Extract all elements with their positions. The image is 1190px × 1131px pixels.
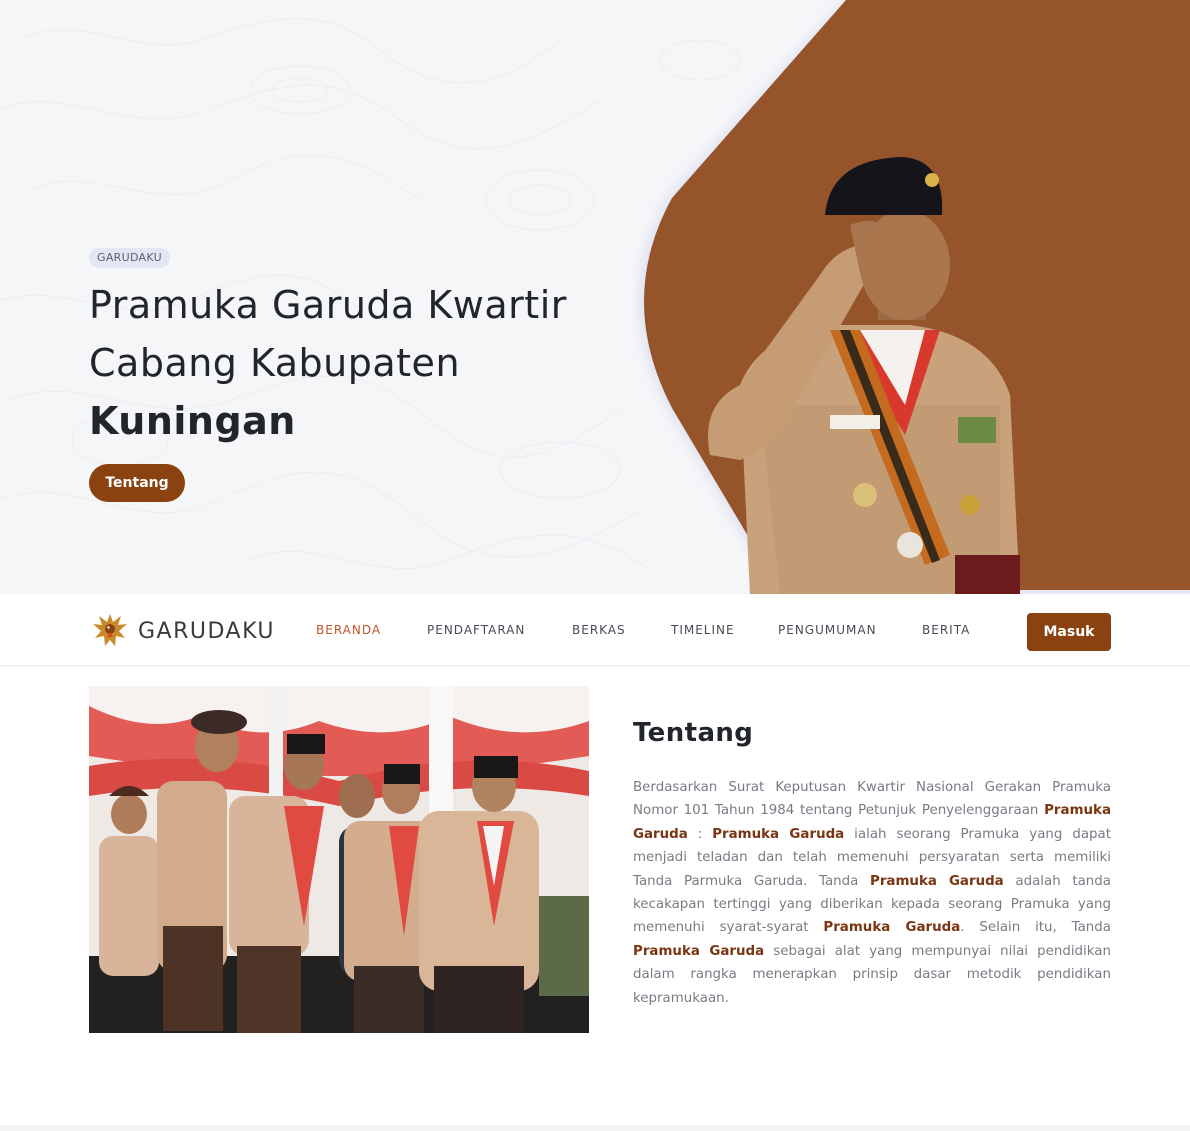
nav-item-beranda[interactable]: BERANDA	[316, 623, 381, 637]
about-title: Tentang	[633, 718, 754, 748]
hero-title: Pramuka Garuda Kwartir Cabang Kabupaten …	[89, 276, 609, 450]
highlight-text: Pramuka Garuda	[823, 920, 961, 936]
nav-item-pengumuman[interactable]: PENGUMUMAN	[778, 623, 877, 637]
group-photo-image	[89, 686, 589, 1033]
hero-title-line: Kuningan	[89, 399, 296, 443]
nav-item-berita[interactable]: BERITA	[922, 623, 970, 637]
brand[interactable]: GARUDAKU	[89, 610, 275, 652]
about-photo	[89, 686, 589, 1033]
highlight-text: Pramuka Garuda	[633, 943, 765, 959]
highlight-text: Pramuka Garuda	[870, 873, 1004, 889]
nav-item-timeline[interactable]: TIMELINE	[671, 623, 735, 637]
hero-title-line: Pramuka Garuda Kwartir	[89, 283, 567, 327]
hero-title-line: Cabang Kabupaten	[89, 341, 461, 385]
brand-name: GARUDAKU	[138, 618, 276, 644]
hero-badge: GARUDAKU	[89, 248, 170, 268]
main-navbar: GARUDAKU BERANDA PENDAFTARAN BERKAS TIME…	[0, 594, 1190, 666]
highlight-text: Pramuka Garuda	[712, 826, 845, 842]
login-button[interactable]: Masuk	[1027, 613, 1111, 651]
nav-item-pendaftaran[interactable]: PENDAFTARAN	[427, 623, 525, 637]
about-text: Berdasarkan Surat Keputusan Kwartir Nasi…	[633, 780, 1111, 1006]
hero-person-image	[708, 157, 1020, 594]
hero-section: GARUDAKU Pramuka Garuda Kwartir Cabang K…	[0, 0, 1190, 594]
garuda-logo-icon	[93, 614, 127, 646]
about-button[interactable]: Tentang	[89, 464, 185, 502]
footer-divider	[0, 1125, 1190, 1131]
nav-item-berkas[interactable]: BERKAS	[572, 623, 626, 637]
